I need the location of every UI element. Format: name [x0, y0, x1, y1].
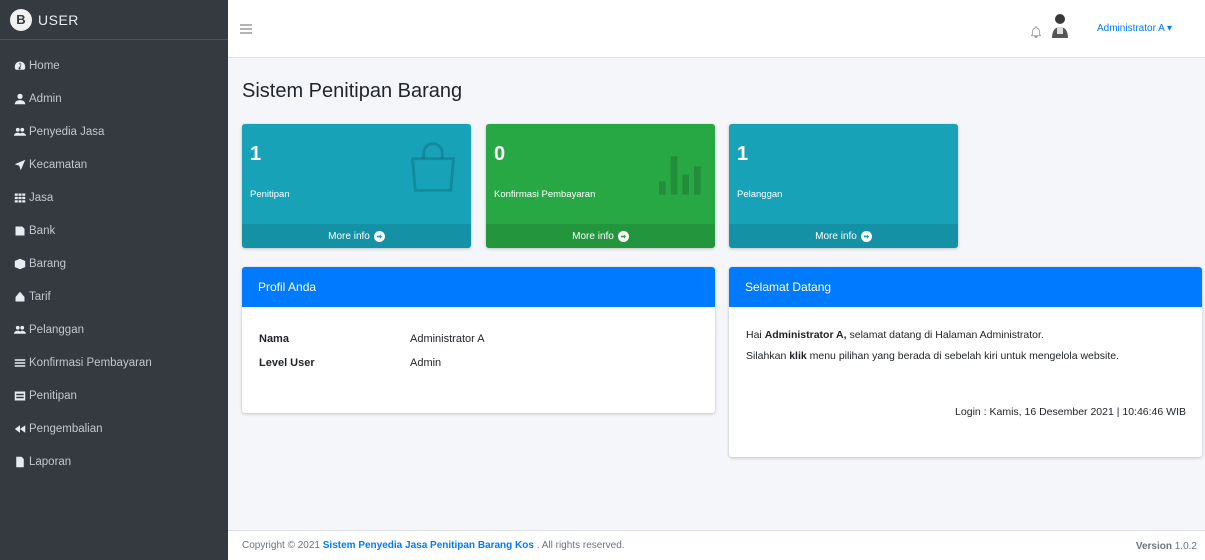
sidebar-item-kecamatan[interactable]: Kecamatan — [0, 149, 228, 181]
card-header: Selamat Datang — [729, 267, 1202, 307]
sidebar-item-label: Penitipan — [29, 390, 77, 402]
user-name: Administrator A — [1097, 23, 1165, 34]
stat-label: Pelanggan — [737, 189, 783, 200]
stat-box-penitipan: 1 Penitipan More info — [242, 124, 471, 248]
users-icon — [12, 126, 27, 138]
sidebar-item-home[interactable]: Home — [0, 50, 228, 82]
version-info: Version 1.0.2 — [1135, 541, 1197, 552]
brand-link[interactable]: B USER — [0, 0, 228, 40]
arrow-circle-right-icon — [860, 230, 872, 242]
stat-box-pelanggan: 1 Pelanggan More info — [729, 124, 958, 248]
sidebar-item-penyedia-jasa[interactable]: Penyedia Jasa — [0, 116, 228, 148]
tachometer-icon — [12, 60, 27, 72]
copyright-text: Copyright © 2021 Sistem Penyedia Jasa Pe… — [242, 540, 625, 551]
stat-box-konfirmasi-pembayaran: 0 Konfirmasi Pembayaran More info — [486, 124, 715, 248]
sidebar-item-label: Jasa — [29, 192, 54, 204]
card-header: Profil Anda — [242, 267, 715, 307]
sidebar-item-label: Barang — [29, 258, 67, 270]
profile-row-level: Level User — [259, 357, 315, 369]
arrow-circle-right-icon — [617, 230, 629, 242]
more-info-link[interactable]: More info — [486, 224, 715, 248]
more-info-link[interactable]: More info — [242, 224, 471, 248]
sidebar-menu: Home Admin Penyedia Jasa Kecamatan Jasa … — [0, 40, 228, 478]
stat-value: 1 — [250, 143, 262, 165]
shopping-bag-icon — [410, 142, 456, 192]
more-info-label: More info — [572, 230, 614, 242]
page-title: Sistem Penitipan Barang — [242, 80, 463, 102]
sidebar-item-label: Admin — [29, 93, 62, 105]
sidebar-item-label: Tarif — [29, 291, 51, 303]
sidebar-item-pelanggan[interactable]: Pelanggan — [0, 314, 228, 346]
sidebar-item-label: Laporan — [29, 456, 72, 468]
sidebar-item-bank[interactable]: Bank — [0, 215, 228, 247]
sidebar-item-label: Kecamatan — [29, 159, 88, 171]
sidebar-item-konfirmasi-pembayaran[interactable]: Konfirmasi Pembayaran — [0, 347, 228, 379]
backward-icon — [12, 423, 27, 435]
sidebar-item-barang[interactable]: Barang — [0, 248, 228, 280]
stat-label: Penitipan — [250, 189, 290, 200]
sidebar-item-pengembalian[interactable]: Pengembalian — [0, 413, 228, 445]
sidebar-item-label: Home — [29, 60, 60, 72]
grid-icon — [12, 192, 27, 204]
sidebar-item-label: Bank — [29, 225, 56, 237]
welcome-message: Hai Administrator A, selamat datang di H… — [746, 329, 1119, 362]
sidebar-item-label: Pengembalian — [29, 423, 103, 435]
sidebar-item-tarif[interactable]: Tarif — [0, 281, 228, 313]
users-icon — [12, 324, 27, 336]
sidebar-item-jasa[interactable]: Jasa — [0, 182, 228, 214]
file-icon — [12, 456, 27, 468]
stat-value: 1 — [737, 143, 749, 165]
welcome-card: Selamat Datang Hai Administrator A, sela… — [729, 267, 1202, 457]
footer: Copyright © 2021 Sistem Penyedia Jasa Pe… — [228, 530, 1205, 560]
stat-label: Konfirmasi Pembayaran — [494, 189, 596, 200]
welcome-user-name: Administrator A, — [764, 329, 847, 341]
location-arrow-icon — [12, 159, 27, 171]
login-info: Login : Kamis, 16 Desember 2021 | 10:46:… — [955, 406, 1186, 418]
sidebar-item-label: Pelanggan — [29, 324, 84, 336]
table-icon — [12, 390, 27, 402]
profile-row-nama: Nama — [259, 333, 289, 345]
sidebar: B USER Home Admin Penyedia Jasa Kecamata… — [0, 0, 228, 560]
bank-icon — [12, 225, 27, 237]
list-icon — [12, 357, 27, 369]
top-navbar: Administrator A ▾ — [228, 0, 1205, 58]
profile-label: Nama — [259, 333, 289, 345]
tag-icon — [12, 291, 27, 303]
menu-toggle-icon[interactable] — [240, 24, 252, 34]
sidebar-item-admin[interactable]: Admin — [0, 83, 228, 115]
profile-value-level: Admin — [410, 357, 442, 369]
box-icon — [12, 258, 27, 270]
bar-chart-icon — [659, 156, 701, 195]
site-link[interactable]: Sistem Penyedia Jasa Penitipan Barang Ko… — [323, 540, 534, 551]
arrow-circle-right-icon — [373, 230, 385, 242]
sidebar-item-label: Penyedia Jasa — [29, 126, 105, 138]
user-menu-dropdown[interactable]: Administrator A ▾ — [1097, 23, 1172, 34]
more-info-link[interactable]: More info — [729, 224, 958, 248]
more-info-label: More info — [328, 230, 370, 242]
stat-value: 0 — [494, 143, 506, 165]
profile-card: Profil Anda Nama Administrator A Level U… — [242, 267, 715, 413]
profile-value-nama: Administrator A — [410, 333, 485, 345]
more-info-label: More info — [815, 230, 857, 242]
brand-title: USER — [38, 11, 79, 28]
profile-label: Level User — [259, 357, 315, 369]
sidebar-item-label: Konfirmasi Pembayaran — [29, 357, 152, 369]
avatar[interactable] — [1051, 12, 1069, 38]
bell-icon[interactable] — [1030, 26, 1042, 38]
brand-logo: B — [10, 8, 32, 31]
sidebar-item-penitipan[interactable]: Penitipan — [0, 380, 228, 412]
sidebar-item-laporan[interactable]: Laporan — [0, 446, 228, 478]
user-icon — [12, 93, 27, 105]
